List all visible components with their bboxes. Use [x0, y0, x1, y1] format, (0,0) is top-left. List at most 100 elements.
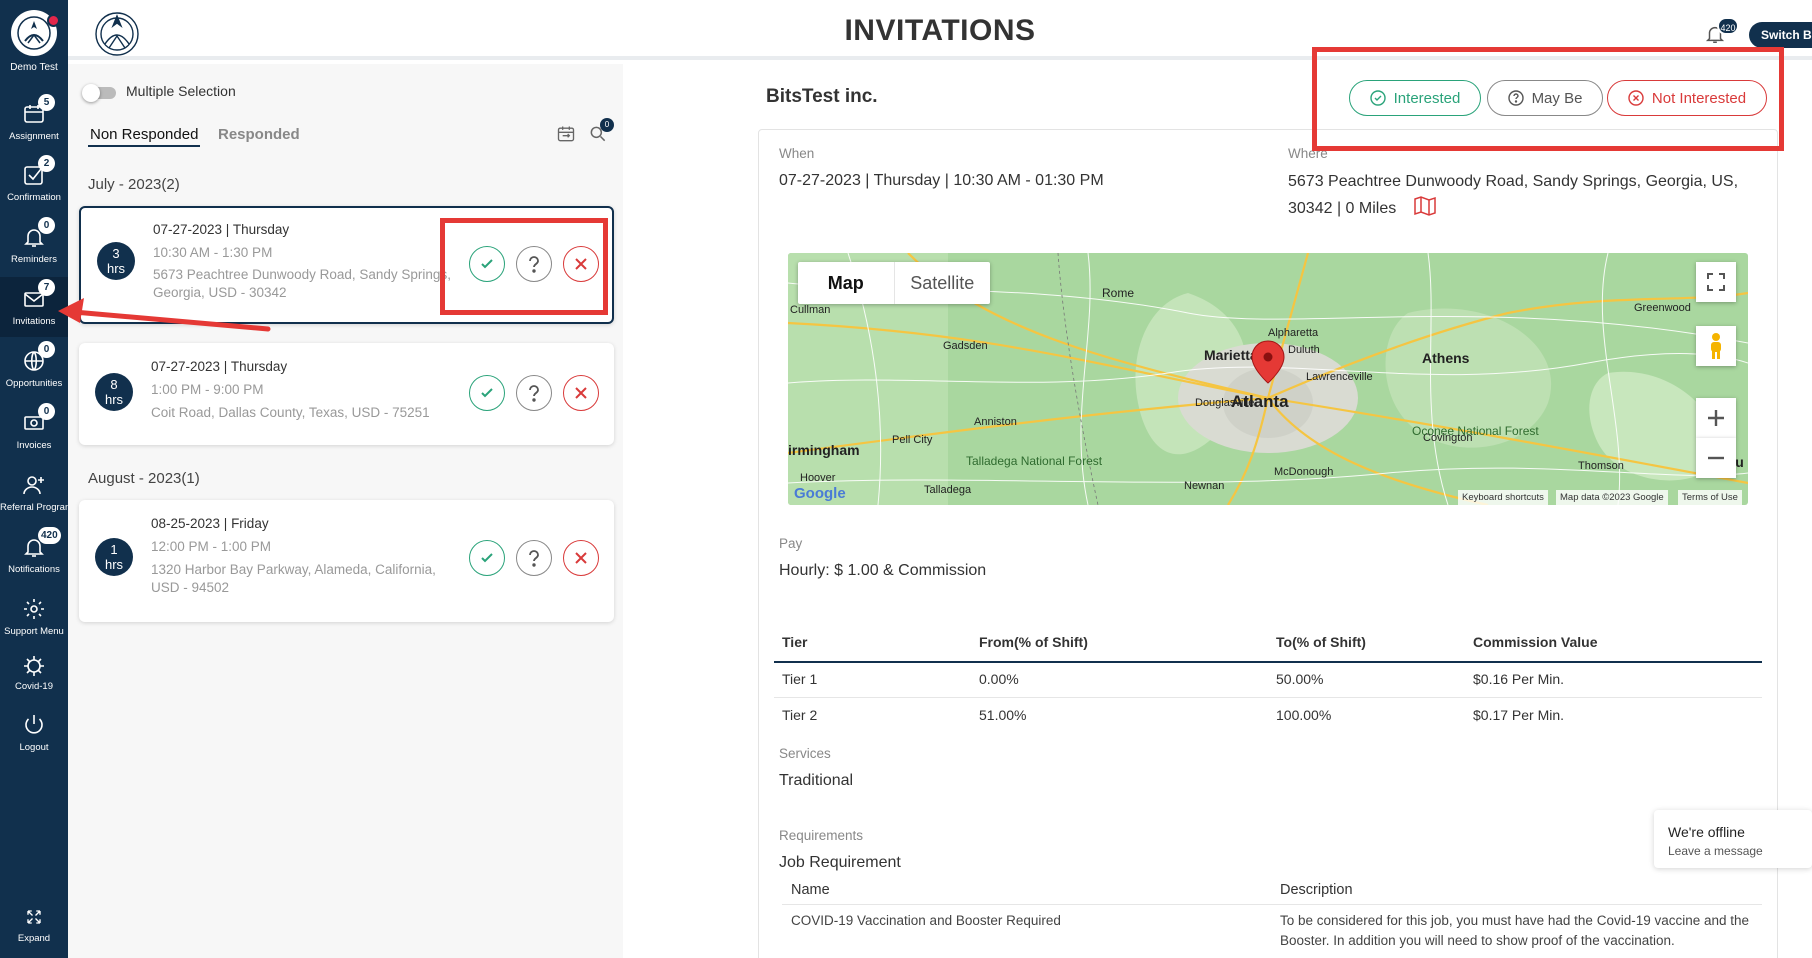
street-view-button[interactable]	[1696, 326, 1736, 366]
sidebar-item-covid-19[interactable]: Covid-19	[0, 644, 68, 704]
sidebar-item-notifications[interactable]: 420 Notifications	[0, 525, 68, 585]
multiple-selection-toggle[interactable]	[82, 84, 124, 102]
chat-subtitle: Leave a message	[1668, 844, 1763, 858]
close-icon	[575, 387, 587, 399]
gear-icon	[24, 599, 44, 619]
not-interested-button[interactable]: Not Interested	[1607, 80, 1767, 116]
toggle-knob	[82, 84, 100, 102]
map-city-label: Duluth	[1288, 344, 1320, 356]
notification-count-badge: 420	[1717, 17, 1739, 35]
tier-header: Tier	[782, 634, 808, 650]
card-time: 12:00 PM - 1:00 PM	[151, 539, 272, 554]
tab-responded[interactable]: Responded	[218, 126, 300, 143]
tab-map[interactable]: Map	[798, 262, 895, 304]
commission-cell: $0.16 Per Min.	[1473, 671, 1565, 687]
brand-logo	[11, 10, 60, 56]
sidebar-item-invitations[interactable]: 7 Invitations	[0, 277, 68, 337]
brand[interactable]: Demo Test	[0, 4, 68, 73]
brand-alert-dot	[47, 14, 60, 27]
invitation-card[interactable]: 1 hrs 08-25-2023 | Friday 12:00 PM - 1:00…	[79, 500, 614, 622]
map-terms-link[interactable]: Terms of Use	[1678, 490, 1742, 505]
sidebar-item-label: Invoices	[16, 440, 52, 451]
sidebar-item-confirmation[interactable]: 2 Confirmation	[0, 153, 68, 213]
interested-button[interactable]: Interested	[1349, 80, 1481, 116]
map-city-label: Hoover	[800, 472, 836, 484]
map-city-label: Atlanta	[1231, 392, 1289, 411]
map-city-label: Rome	[1102, 286, 1134, 300]
tab-non-responded[interactable]: Non Responded	[88, 126, 201, 147]
map-forest-label: Talladega National Forest	[966, 454, 1103, 468]
maybe-button[interactable]	[516, 540, 552, 576]
sidebar-item-reminders[interactable]: 0 Reminders	[0, 215, 68, 275]
when-value: 07-27-2023 | Thursday | 10:30 AM - 01:30…	[779, 172, 1104, 189]
plus-icon	[1708, 410, 1724, 426]
when-label: When	[779, 146, 815, 161]
to-cell: 100.00%	[1276, 707, 1332, 723]
zoom-out-button[interactable]	[1696, 438, 1736, 478]
maybe-button[interactable]	[516, 246, 552, 282]
duration-unit: hrs	[104, 392, 124, 407]
duration-badge: 8 hrs	[95, 373, 133, 411]
duration-badge: 1 hrs	[95, 538, 133, 576]
decline-button[interactable]	[563, 540, 599, 576]
chat-widget[interactable]: We're offline Leave a message	[1654, 810, 1812, 868]
row-divider	[774, 697, 1762, 698]
sidebar-item-assignment[interactable]: 5 Assignment	[0, 92, 68, 152]
confirmation-badge: 2	[38, 155, 55, 172]
invitation-card[interactable]: 3 hrs 07-27-2023 | Thursday 10:30 AM - 1:…	[79, 206, 614, 324]
user-plus-icon	[23, 476, 44, 495]
sidebar-item-invoices[interactable]: 0 Invoices	[0, 401, 68, 461]
page-title: INVITATIONS	[844, 14, 1036, 47]
sidebar-item-support-menu[interactable]: Support Menu	[0, 587, 68, 647]
chat-title: We're offline	[1668, 824, 1745, 840]
fullscreen-button[interactable]	[1696, 262, 1736, 302]
sidebar-item-referral-program[interactable]: Referral Program	[0, 463, 73, 523]
accept-button[interactable]	[469, 246, 505, 282]
map-city-label: irmingham	[788, 442, 860, 458]
tab-satellite[interactable]: Satellite	[895, 262, 991, 304]
sidebar-item-label: Referral Program	[0, 502, 73, 513]
sidebar-item-label: Covid-19	[14, 681, 54, 692]
req-description-header: Description	[1280, 882, 1353, 898]
requirements-label: Requirements	[779, 828, 864, 843]
map-city-label: Newnan	[1184, 480, 1224, 492]
commission-cell: $0.17 Per Min.	[1473, 707, 1565, 723]
zoom-in-button[interactable]	[1696, 398, 1736, 438]
maybe-button[interactable]: May Be	[1487, 80, 1603, 116]
map-forest-label: Oconee National Forest	[1412, 424, 1539, 438]
invitation-card[interactable]: 8 hrs 07-27-2023 | Thursday 1:00 PM - 9:0…	[79, 343, 614, 445]
maybe-button[interactable]	[516, 375, 552, 411]
accept-button[interactable]	[469, 375, 505, 411]
map-keyboard-shortcuts[interactable]: Keyboard shortcuts	[1458, 490, 1548, 505]
decline-button[interactable]	[563, 246, 599, 282]
map-icon[interactable]	[1413, 195, 1437, 217]
to-cell: 50.00%	[1276, 671, 1324, 687]
interested-label: Interested	[1393, 89, 1461, 107]
from-cell: 0.00%	[979, 671, 1019, 687]
question-icon	[529, 385, 539, 402]
expand-label: Expand	[17, 933, 51, 944]
sidebar-item-logout[interactable]: Logout	[0, 702, 68, 762]
map-city-label: Athens	[1422, 350, 1470, 366]
switch-back-button[interactable]: Switch Back	[1749, 22, 1812, 48]
company-name: BitsTest inc.	[766, 86, 878, 107]
accept-button[interactable]	[469, 540, 505, 576]
calendar-range-icon[interactable]	[556, 124, 576, 144]
card-address: 1320 Harbor Bay Parkway, Alameda, Califo…	[151, 562, 436, 595]
pay-value: Hourly: $ 1.00 & Commission	[779, 562, 987, 579]
not-interested-label: Not Interested	[1651, 89, 1747, 107]
close-icon	[575, 552, 587, 564]
card-date: 08-25-2023 | Friday	[151, 516, 269, 531]
card-date: 07-27-2023 | Thursday	[153, 222, 290, 237]
services-label: Services	[779, 746, 831, 761]
question-icon	[529, 550, 539, 567]
expand-icon	[27, 910, 41, 924]
req-name-header: Name	[791, 882, 830, 898]
sidebar-item-label: Logout	[19, 742, 49, 753]
card-time: 10:30 AM - 1:30 PM	[153, 245, 273, 260]
expand-button[interactable]: Expand	[0, 908, 68, 944]
month-group-title: August - 2023(1)	[88, 470, 200, 487]
decline-button[interactable]	[563, 375, 599, 411]
duration-badge: 3 hrs	[97, 242, 135, 280]
sidebar-item-opportunities[interactable]: 0 Opportunities	[0, 339, 68, 399]
